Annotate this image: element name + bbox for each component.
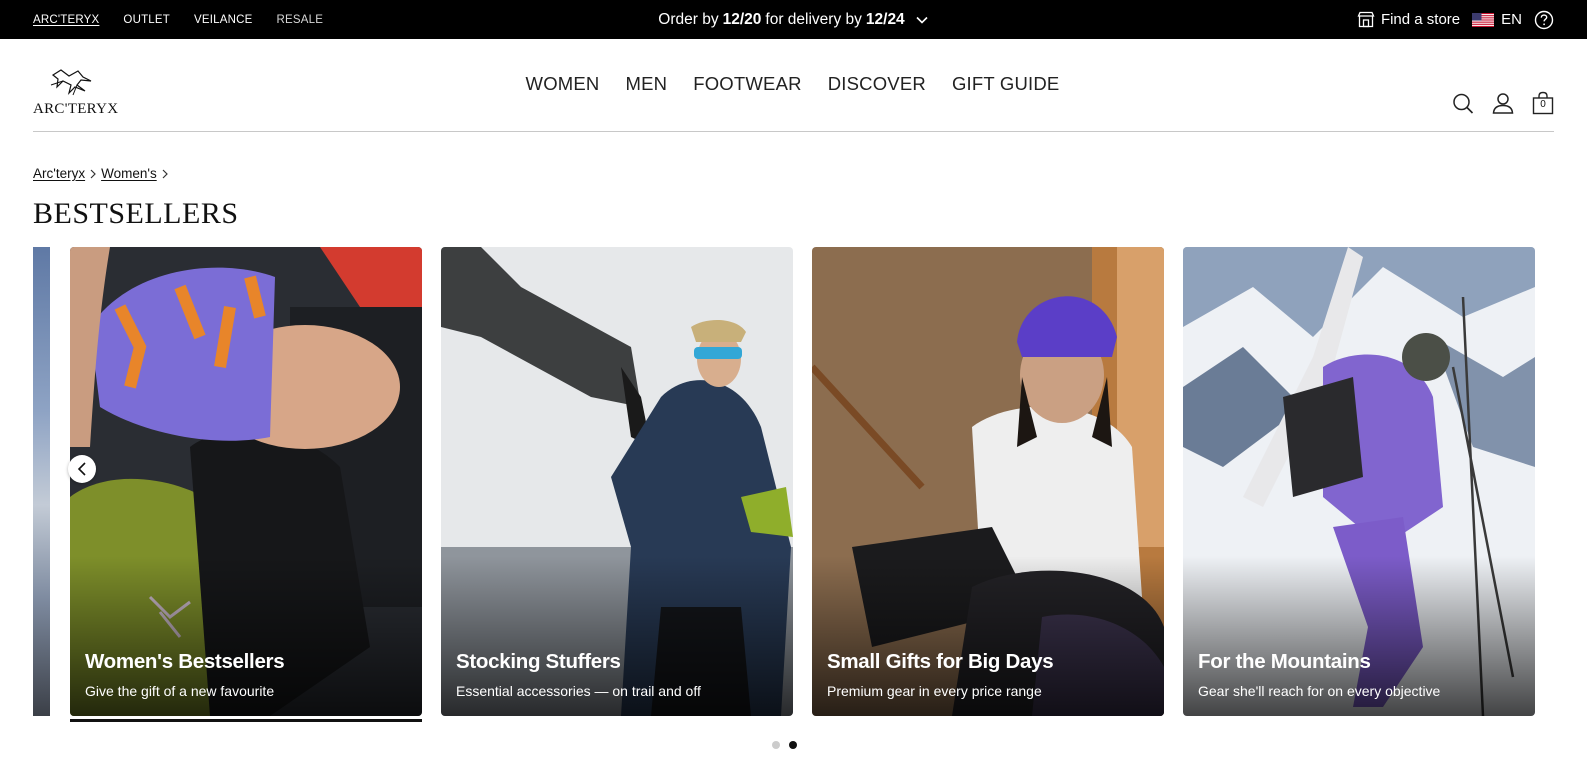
brand-links: ARC'TERYX OUTLET VEILANCE RESALE <box>33 0 323 39</box>
promo-text-2: for delivery by <box>765 10 862 28</box>
find-store-label: Find a store <box>1380 11 1461 28</box>
breadcrumb-arcteryx[interactable]: Arc'teryx <box>33 166 85 181</box>
main-nav: WOMEN MEN FOOTWEAR DISCOVER GIFT GUIDE <box>33 39 1554 132</box>
help-icon[interactable] <box>1534 10 1554 30</box>
chevron-right-icon <box>162 169 168 178</box>
account-icon[interactable] <box>1492 91 1514 115</box>
brand-link-outlet[interactable]: OUTLET <box>123 14 170 26</box>
store-icon <box>1357 11 1375 28</box>
card-title: Women's Bestsellers <box>85 650 285 673</box>
card-title: Stocking Stuffers <box>456 650 621 673</box>
card-small-gifts[interactable]: Small Gifts for Big Days Premium gear in… <box>812 247 1164 716</box>
find-store-link[interactable]: Find a store <box>1357 11 1460 28</box>
carousel-prev-button[interactable] <box>68 455 96 483</box>
bag-count: 0 <box>1540 99 1546 110</box>
header-actions: 0 <box>1452 91 1554 115</box>
promo-date-1: 12/20 <box>722 10 762 28</box>
nav-women[interactable]: WOMEN <box>526 73 600 95</box>
brand-link-veilance[interactable]: VEILANCE <box>194 14 252 26</box>
brand-link-resale[interactable]: RESALE <box>276 14 323 26</box>
nav-gift-guide[interactable]: GIFT GUIDE <box>952 73 1060 95</box>
bag-button[interactable]: 0 <box>1532 91 1554 115</box>
language-selector[interactable]: EN <box>1472 11 1522 28</box>
carousel-pagination <box>772 741 797 749</box>
chevron-down-icon[interactable] <box>915 13 929 27</box>
pagination-dot-1[interactable] <box>772 741 780 749</box>
breadcrumb-womens[interactable]: Women's <box>101 166 157 181</box>
promo-text-1: Order by <box>658 10 719 28</box>
nav-men[interactable]: MEN <box>626 73 668 95</box>
nav-discover[interactable]: DISCOVER <box>828 73 926 95</box>
card-subtitle: Essential accessories — on trail and off <box>456 683 701 699</box>
chevron-right-icon <box>90 169 96 178</box>
breadcrumb: Arc'teryx Women's <box>33 166 169 181</box>
previous-card-peek[interactable] <box>33 247 50 716</box>
card-subtitle: Gear she'll reach for on every objective <box>1198 683 1441 699</box>
card-title: Small Gifts for Big Days <box>827 650 1054 673</box>
brand-link-arcteryx[interactable]: ARC'TERYX <box>33 14 99 26</box>
utility-bar: ARC'TERYX OUTLET VEILANCE RESALE Order b… <box>0 0 1587 39</box>
main-header: ARC'TERYX WOMEN MEN FOOTWEAR DISCOVER GI… <box>33 39 1554 132</box>
search-icon[interactable] <box>1452 91 1474 115</box>
promo-date-2: 12/24 <box>865 10 905 28</box>
active-card-indicator <box>70 719 422 722</box>
card-subtitle: Give the gift of a new favourite <box>85 683 275 699</box>
bestsellers-carousel: Women's Bestsellers Give the gift of a n… <box>33 247 1554 722</box>
nav-footwear[interactable]: FOOTWEAR <box>693 73 801 95</box>
chevron-left-icon <box>77 462 86 476</box>
card-for-the-mountains[interactable]: For the Mountains Gear she'll reach for … <box>1183 247 1535 716</box>
card-title: For the Mountains <box>1198 650 1371 673</box>
card-stocking-stuffers[interactable]: Stocking Stuffers Essential accessories … <box>441 247 793 716</box>
language-label: EN <box>1501 11 1522 28</box>
pagination-dot-2[interactable] <box>789 741 797 749</box>
us-flag-icon <box>1472 12 1495 27</box>
page-title: BESTSELLERS <box>33 197 239 230</box>
card-womens-bestsellers[interactable]: Women's Bestsellers Give the gift of a n… <box>70 247 422 716</box>
utility-right: Find a store EN <box>1357 0 1554 39</box>
card-subtitle: Premium gear in every price range <box>827 683 1042 699</box>
